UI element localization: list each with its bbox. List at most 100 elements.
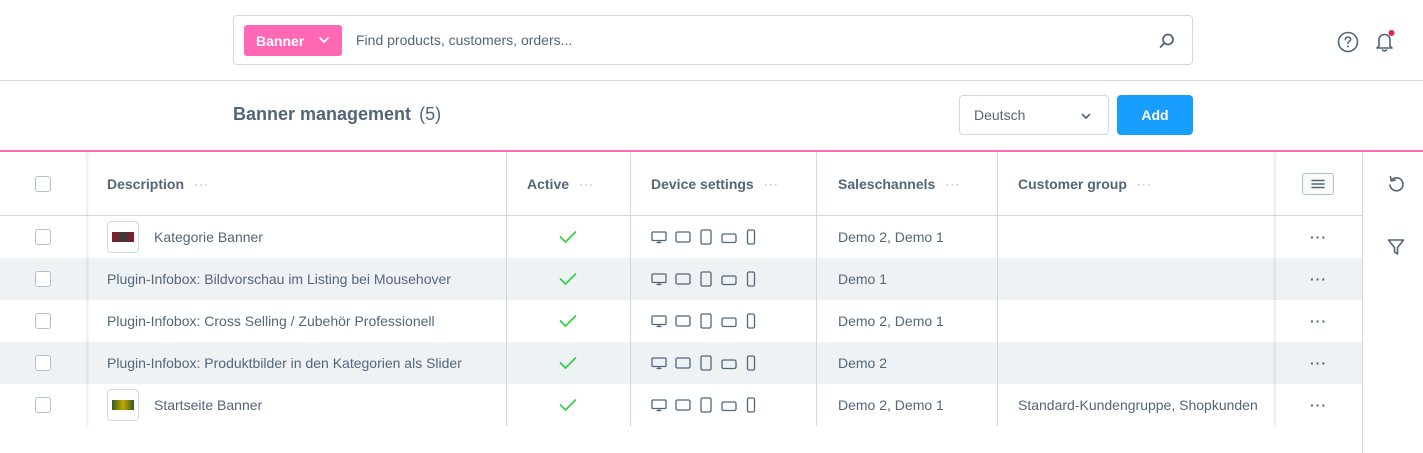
tablet-landscape-icon	[720, 356, 738, 370]
description-cell[interactable]: Plugin-Infobox: Bildvorschau im Listing …	[107, 258, 451, 300]
description-text: Startseite Banner	[154, 397, 263, 413]
column-divider	[630, 152, 631, 426]
thumbnail-image	[112, 400, 134, 410]
customer-group-cell: Standard-Kundengruppe, Shopkunden	[1018, 397, 1258, 413]
tablet-portrait-icon	[699, 312, 713, 330]
description-text: Plugin-Infobox: Cross Selling / Zubehör …	[107, 313, 435, 329]
notifications-bell-icon[interactable]	[1373, 29, 1397, 53]
row-checkbox[interactable]	[35, 313, 51, 329]
chevron-down-icon	[319, 37, 329, 43]
column-menu-icon[interactable]: ···	[194, 177, 209, 191]
language-select[interactable]: Deutsch	[959, 95, 1109, 135]
device-settings-cell	[651, 216, 757, 258]
column-settings-cell	[1302, 152, 1334, 215]
column-label: Device settings	[651, 175, 754, 192]
desktop-icon	[651, 272, 667, 286]
column-header-saleschannels[interactable]: Saleschannels ···	[838, 152, 960, 215]
banner-thumbnail[interactable]	[107, 221, 139, 253]
column-header-customer-group[interactable]: Customer group ···	[1018, 152, 1152, 215]
top-bar: Banner	[0, 0, 1423, 81]
mobile-icon	[745, 270, 757, 288]
column-settings-button[interactable]	[1302, 172, 1334, 195]
filter-icon[interactable]	[1386, 237, 1406, 257]
description-cell[interactable]: Plugin-Infobox: Cross Selling / Zubehör …	[107, 300, 435, 342]
search-input[interactable]	[356, 16, 1136, 64]
customer-group-cell	[1018, 216, 1274, 258]
row-select-cell	[35, 258, 51, 300]
row-select-cell	[35, 342, 51, 384]
tablet-portrait-icon	[699, 396, 713, 414]
column-divider	[816, 152, 817, 426]
device-settings-cell	[651, 384, 757, 426]
laptop-icon	[674, 230, 692, 244]
search-icon[interactable]	[1158, 32, 1176, 50]
laptop-icon	[674, 272, 692, 286]
column-menu-icon[interactable]: ···	[1137, 177, 1152, 191]
select-all-checkbox[interactable]	[35, 175, 51, 192]
table-row[interactable]: Plugin-Infobox: Cross Selling / Zubehör …	[0, 300, 1362, 342]
banner-data-grid: Description ··· Active ··· Device settin…	[0, 152, 1362, 426]
column-header-description[interactable]: Description ···	[107, 152, 209, 215]
undo-icon[interactable]	[1386, 174, 1406, 194]
table-row[interactable]: Plugin-Infobox: Bildvorschau im Listing …	[0, 258, 1362, 300]
column-header-active[interactable]: Active ···	[527, 152, 594, 215]
table-row[interactable]: Kategorie Banner Demo 2, Demo 1 ···	[0, 216, 1362, 258]
desktop-icon	[651, 398, 667, 412]
row-actions-button[interactable]: ···	[1310, 271, 1327, 287]
active-cell	[559, 384, 577, 426]
description-cell[interactable]: Plugin-Infobox: Produktbilder in den Kat…	[107, 342, 462, 384]
row-checkbox[interactable]	[35, 271, 51, 287]
customer-group-cell	[1018, 258, 1274, 300]
tablet-landscape-icon	[720, 230, 738, 244]
search-entity-selector[interactable]: Banner	[244, 25, 342, 56]
sticky-column-shadow	[1272, 152, 1276, 426]
description-cell[interactable]: Startseite Banner	[107, 384, 262, 426]
check-icon	[559, 357, 577, 369]
mobile-icon	[745, 396, 757, 414]
search-entity-label: Banner	[256, 32, 305, 49]
table-row[interactable]: Startseite Banner Demo 2, Demo 1 Standard-…	[0, 384, 1362, 426]
description-cell[interactable]: Kategorie Banner	[107, 216, 263, 258]
column-label: Customer group	[1018, 175, 1127, 192]
device-settings-cell	[651, 342, 757, 384]
desktop-icon	[651, 230, 667, 244]
row-checkbox[interactable]	[35, 229, 51, 245]
tablet-landscape-icon	[720, 272, 738, 286]
select-all-cell	[35, 152, 51, 215]
tablet-landscape-icon	[720, 398, 738, 412]
page-title-count: (5)	[419, 104, 442, 124]
hamburger-icon	[1311, 179, 1325, 188]
tablet-portrait-icon	[699, 228, 713, 246]
column-menu-icon[interactable]: ···	[764, 177, 779, 191]
chevron-down-icon	[1081, 113, 1091, 119]
row-actions-button[interactable]: ···	[1310, 397, 1327, 413]
saleschannels-cell: Demo 2	[838, 355, 888, 371]
column-menu-icon[interactable]: ···	[579, 177, 594, 191]
laptop-icon	[674, 314, 692, 328]
column-menu-icon[interactable]: ···	[945, 177, 960, 191]
row-actions-button[interactable]: ···	[1310, 229, 1327, 245]
row-actions-button[interactable]: ···	[1310, 355, 1327, 371]
banner-thumbnail[interactable]	[107, 389, 139, 421]
row-actions-cell: ···	[1310, 216, 1327, 258]
active-cell	[559, 300, 577, 342]
table-row[interactable]: Plugin-Infobox: Produktbilder in den Kat…	[0, 342, 1362, 384]
description-text: Kategorie Banner	[154, 229, 263, 245]
column-label: Description	[107, 175, 185, 192]
description-text: Plugin-Infobox: Bildvorschau im Listing …	[107, 271, 451, 287]
add-button[interactable]: Add	[1117, 95, 1193, 135]
row-actions-button[interactable]: ···	[1310, 313, 1327, 329]
device-settings-cell	[651, 300, 757, 342]
row-actions-cell: ···	[1310, 384, 1327, 426]
tablet-landscape-icon	[720, 314, 738, 328]
row-checkbox[interactable]	[35, 355, 51, 371]
column-divider	[997, 152, 998, 426]
row-select-cell	[35, 300, 51, 342]
mobile-icon	[745, 312, 757, 330]
laptop-icon	[674, 398, 692, 412]
help-icon[interactable]	[1337, 31, 1359, 53]
column-header-device-settings[interactable]: Device settings ···	[651, 152, 779, 215]
check-icon	[559, 399, 577, 411]
row-checkbox[interactable]	[35, 397, 51, 413]
saleschannels-cell: Demo 2, Demo 1	[838, 313, 944, 329]
